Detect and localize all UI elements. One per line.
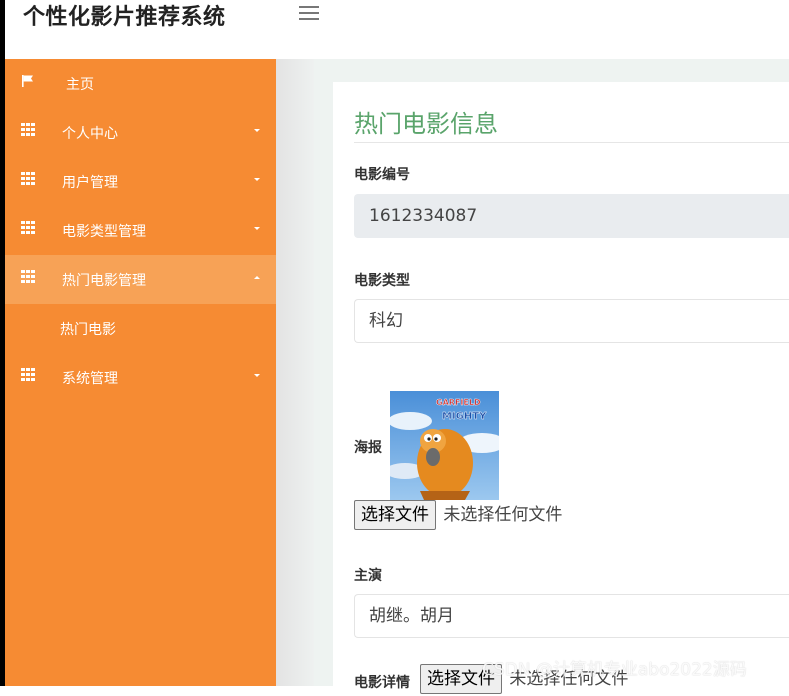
- sidebar-item-label: 电影类型管理: [62, 224, 146, 240]
- sidebar-item-label: 个人中心: [62, 126, 118, 142]
- content-gutter: [276, 59, 314, 686]
- cast-label: 主演: [354, 568, 382, 584]
- poster-file-button[interactable]: 选择文件: [354, 500, 436, 530]
- sidebar-item-hot-movies[interactable]: 热门电影管理: [5, 255, 276, 304]
- caret-down-icon: [254, 374, 260, 377]
- svg-text:GARFIELD: GARFIELD: [436, 398, 481, 407]
- sidebar-item-genres[interactable]: 电影类型管理: [5, 206, 276, 255]
- movie-id-field[interactable]: 1612334087: [354, 194, 789, 238]
- details-label: 电影详情: [354, 675, 410, 691]
- title-divider: [354, 142, 789, 143]
- caret-down-icon: [254, 227, 260, 230]
- grid-icon: [21, 270, 35, 284]
- grid-icon: [21, 172, 35, 186]
- sidebar-item-users[interactable]: 用户管理: [5, 157, 276, 206]
- sidebar-item-home[interactable]: 主页: [5, 59, 276, 108]
- grid-icon: [21, 368, 35, 382]
- flag-icon: [21, 74, 35, 88]
- grid-icon: [21, 221, 35, 235]
- sidebar-item-profile[interactable]: 个人中心: [5, 108, 276, 157]
- cast-field[interactable]: 胡继。胡月: [354, 594, 789, 638]
- sidebar-item-label: 系统管理: [62, 371, 118, 387]
- sidebar-item-label: 用户管理: [62, 175, 118, 191]
- top-header: 个性化影片推荐系统: [5, 0, 789, 59]
- poster-label: 海报: [354, 440, 382, 456]
- sidebar-subitem-label: 热门电影: [60, 322, 116, 338]
- caret-up-icon: [254, 276, 260, 279]
- poster-file-status: 未选择任何文件: [443, 505, 563, 525]
- app-title: 个性化影片推荐系统: [23, 5, 226, 30]
- sidebar-item-system[interactable]: 系统管理: [5, 353, 276, 402]
- sidebar-subitem-hot-movies[interactable]: 热门电影: [5, 304, 276, 353]
- sidebar-item-label: 主页: [66, 77, 94, 93]
- genre-field[interactable]: 科幻: [354, 299, 789, 343]
- genre-label: 电影类型: [354, 273, 410, 289]
- menu-toggle-icon[interactable]: [299, 6, 319, 22]
- grid-icon: [21, 123, 35, 137]
- svg-text:MIGHTY: MIGHTY: [442, 411, 487, 422]
- sidebar: 主页 个人中心 用户管理 电影类型管理 热门电影管理 热门电影 系统管理: [5, 59, 276, 686]
- poster-image: GARFIELD MIGHTY: [390, 391, 499, 500]
- caret-down-icon: [254, 178, 260, 181]
- sidebar-item-label: 热门电影管理: [62, 273, 146, 289]
- caret-down-icon: [254, 129, 260, 132]
- watermark: CSDN @计算机专业abo2022源码: [482, 660, 747, 680]
- movie-id-label: 电影编号: [354, 167, 410, 183]
- poster-upload-row: 选择文件 未选择任何文件: [354, 500, 562, 532]
- form-title: 热门电影信息: [354, 110, 498, 138]
